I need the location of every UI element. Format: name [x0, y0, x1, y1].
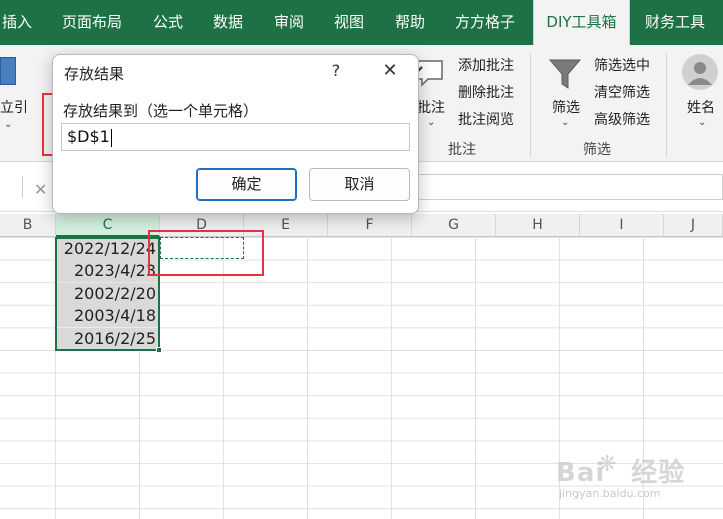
dialog-title: 存放结果 [64, 65, 125, 83]
text-cursor [110, 128, 112, 147]
comment-group-label: 批注 [448, 142, 476, 158]
clear-filter-button[interactable]: 清空筛选 [594, 82, 650, 102]
filter-button-label[interactable]: 筛选 [552, 97, 580, 117]
tab-diy-toolbox[interactable]: DIY工具箱 [533, 0, 630, 45]
comment-button-label[interactable]: 批注 [417, 97, 445, 117]
tab-page-layout[interactable]: 页面布局 [62, 0, 122, 45]
column-header-h[interactable]: H [496, 214, 580, 237]
tab-insert[interactable]: 插入 [2, 0, 32, 45]
chevron-down-icon: ⌄ [561, 117, 570, 128]
column-header-b[interactable]: B [0, 214, 56, 237]
column-header-j[interactable]: J [664, 214, 723, 237]
selection-range [55, 237, 160, 351]
tab-view[interactable]: 视图 [334, 0, 364, 45]
dialog-field-label: 存放结果到（选一个单元格） [63, 102, 259, 120]
tab-fangfang[interactable]: 方方格子 [455, 0, 515, 45]
left-cut-button-icon[interactable] [0, 57, 16, 85]
cancel-button[interactable]: 取消 [309, 168, 410, 201]
person-icon[interactable] [681, 53, 719, 91]
ribbon-group-divider [666, 53, 667, 157]
result-cell-input[interactable]: $D$1 [61, 123, 410, 151]
formula-input[interactable] [416, 174, 723, 200]
close-icon[interactable]: ✕ [381, 60, 399, 81]
filter-selected-button[interactable]: 筛选选中 [594, 55, 650, 75]
filter-funnel-icon[interactable] [548, 57, 582, 91]
column-header-g[interactable]: G [412, 214, 496, 237]
tab-data[interactable]: 数据 [213, 0, 243, 45]
tab-help[interactable]: 帮助 [395, 0, 425, 45]
column-header-f[interactable]: F [328, 214, 412, 237]
paw-icon: ❋ [598, 452, 617, 477]
annotation-highlight-cell [148, 230, 264, 276]
browse-comment-button[interactable]: 批注阅览 [458, 109, 514, 129]
result-cell-input-value: $D$1 [67, 127, 110, 146]
left-cut-button-label[interactable]: 立引 [0, 97, 28, 117]
tab-review[interactable]: 审阅 [274, 0, 304, 45]
ribbon-tab-bar: 插入 页面布局 公式 数据 审阅 视图 帮助 方方格子 DIY工具箱 财务工具 [0, 0, 723, 45]
column-header-c[interactable]: C [56, 214, 160, 237]
store-result-dialog: 存放结果 ? ✕ 存放结果到（选一个单元格） $D$1 确定 取消 [52, 54, 419, 214]
name-button-label[interactable]: 姓名 [687, 97, 715, 117]
formula-bar-divider [22, 176, 23, 198]
chevron-down-icon: ⌄ [4, 119, 13, 130]
baidu-watermark-logo: Bai 经验 [556, 458, 686, 488]
tab-finance-tools[interactable]: 财务工具 [645, 0, 705, 45]
add-comment-button[interactable]: 添加批注 [458, 55, 514, 75]
delete-comment-button[interactable]: 删除批注 [458, 82, 514, 102]
close-icon[interactable]: ✕ [34, 180, 47, 199]
fill-handle[interactable] [156, 347, 162, 353]
tab-formulas[interactable]: 公式 [153, 0, 183, 45]
chevron-down-icon: ⌄ [427, 117, 436, 128]
column-header-i[interactable]: I [580, 214, 664, 237]
advanced-filter-button[interactable]: 高级筛选 [594, 109, 650, 129]
watermark-url: jingyan.baidu.com [559, 487, 661, 500]
help-icon[interactable]: ? [329, 61, 343, 80]
filter-group-label: 筛选 [583, 142, 611, 158]
ok-button[interactable]: 确定 [196, 168, 297, 201]
ribbon-group-divider [530, 53, 531, 157]
chevron-down-icon: ⌄ [698, 117, 707, 128]
